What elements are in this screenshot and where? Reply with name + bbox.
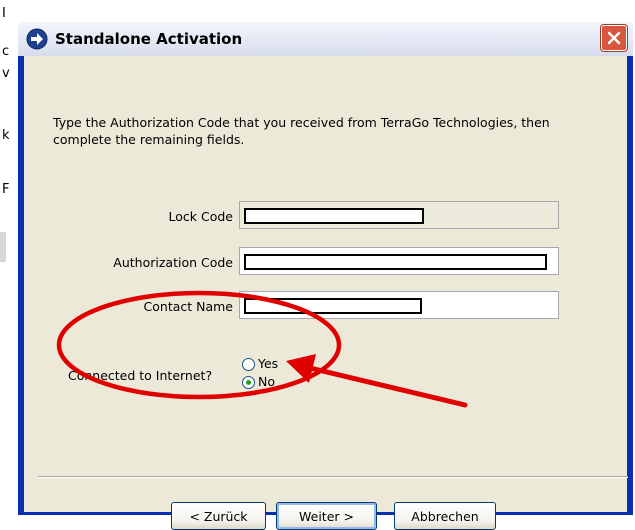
highlight-ellipse <box>56 290 342 400</box>
pointer-arrow-shaft <box>307 365 468 408</box>
annotation-overlay <box>56 290 468 408</box>
